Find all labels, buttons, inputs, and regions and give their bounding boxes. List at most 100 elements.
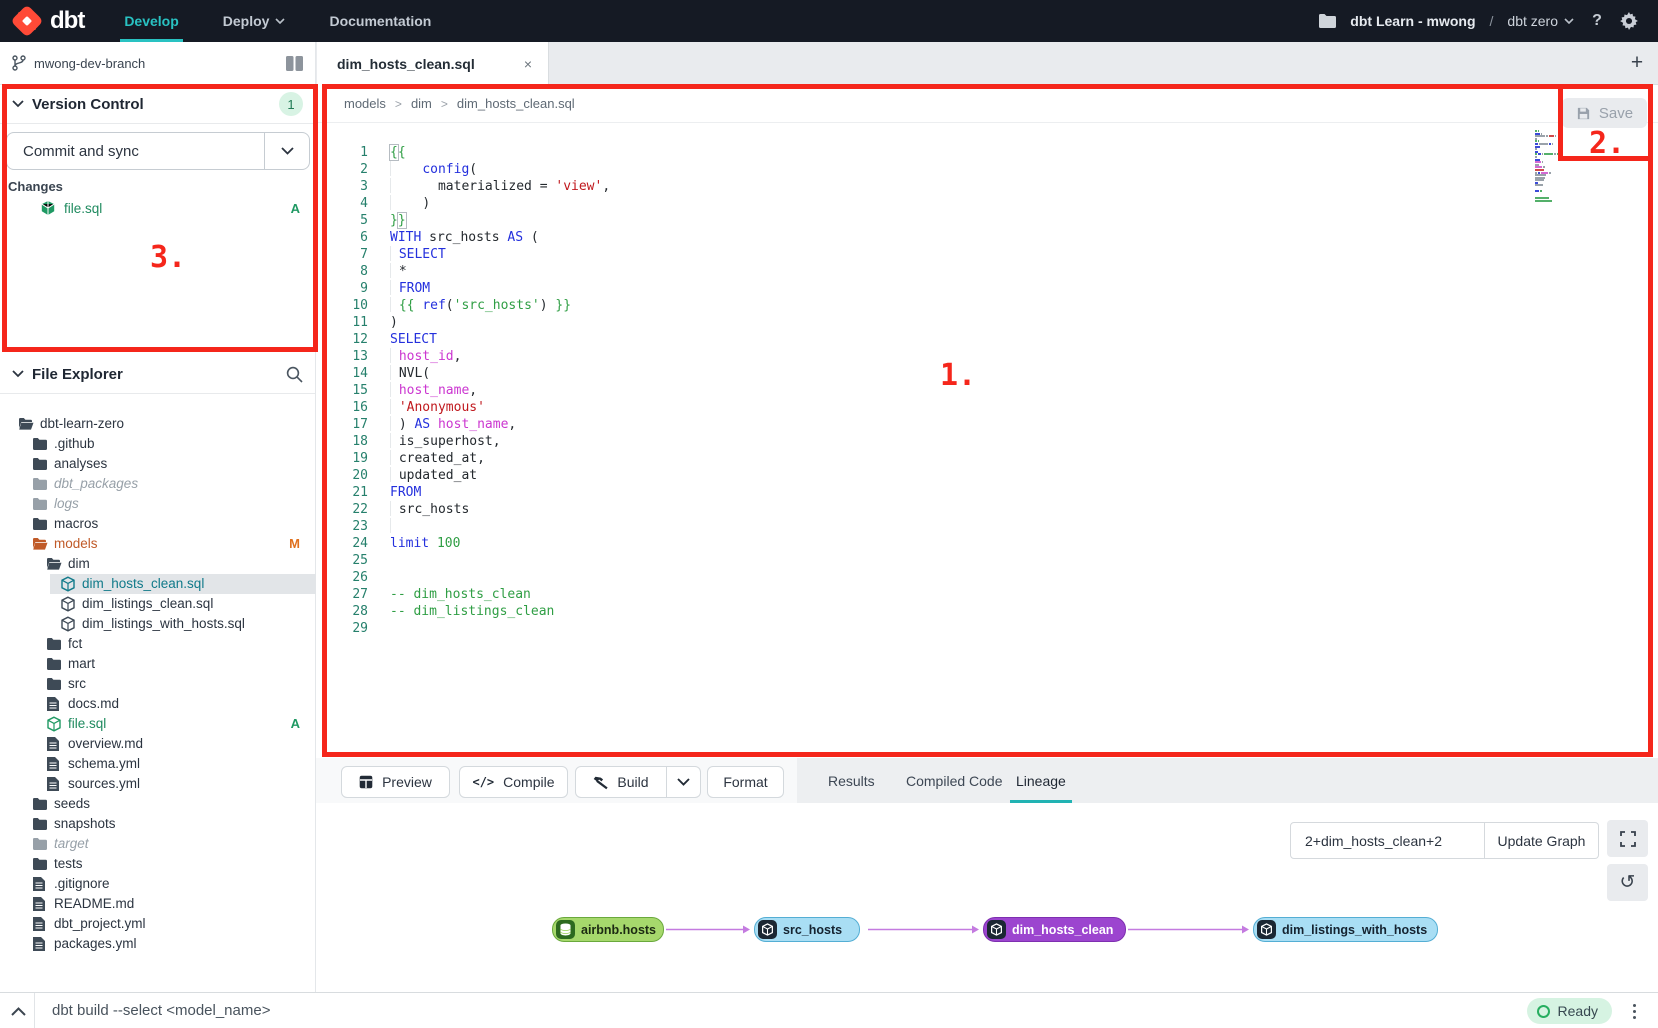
tree-folder-dim[interactable]: dim xyxy=(0,554,316,574)
tree-file-dim_hosts_clean.sql[interactable]: dim_hosts_clean.sql xyxy=(0,574,316,594)
tree-file-dim_listings_clean.sql[interactable]: dim_listings_clean.sql xyxy=(0,594,316,614)
tree-folder-fct[interactable]: fct xyxy=(0,634,316,654)
tree-folder-macros[interactable]: macros xyxy=(0,514,316,534)
nav-deploy[interactable]: Deploy xyxy=(201,0,308,42)
tab-dim-hosts-clean[interactable]: dim_hosts_clean.sql × xyxy=(317,42,549,85)
code-line-6[interactable]: 6WITH src_hosts AS ( xyxy=(316,229,1658,246)
split-view-icon[interactable] xyxy=(286,56,303,71)
code-line-12[interactable]: 12SELECT xyxy=(316,331,1658,348)
code-line-29[interactable]: 29 xyxy=(316,620,1658,637)
format-button[interactable]: Format xyxy=(707,766,784,798)
close-icon[interactable]: × xyxy=(524,56,532,72)
code-line-5[interactable]: 5}} xyxy=(316,212,1658,229)
tree-file-overview.md[interactable]: overview.md xyxy=(0,734,316,754)
tree-folder-dbt_packages[interactable]: dbt_packages xyxy=(0,474,316,494)
environment-selector[interactable]: dbt zero xyxy=(1507,13,1574,29)
tree-file-file.sql[interactable]: file.sqlA xyxy=(0,714,316,734)
tab-results[interactable]: Results xyxy=(828,758,875,803)
build-options-caret[interactable] xyxy=(667,766,701,798)
code-line-18[interactable]: 18 is_superhost, xyxy=(316,433,1658,450)
nav-develop[interactable]: Develop xyxy=(102,0,200,42)
breadcrumb-file[interactable]: dim_hosts_clean.sql xyxy=(457,96,575,111)
code-line-27[interactable]: 27-- dim_hosts_clean xyxy=(316,586,1658,603)
tree-folder-mart[interactable]: mart xyxy=(0,654,316,674)
changed-file-row[interactable]: file.sql A xyxy=(0,197,316,219)
preview-button[interactable]: Preview xyxy=(341,766,450,798)
code-line-13[interactable]: 13 host_id, xyxy=(316,348,1658,365)
save-button[interactable]: Save xyxy=(1562,98,1647,128)
code-line-22[interactable]: 22 src_hosts xyxy=(316,501,1658,518)
code-line-28[interactable]: 28-- dim_listings_clean xyxy=(316,603,1658,620)
code-line-24[interactable]: 24limit 100 xyxy=(316,535,1658,552)
lineage-node-src_hosts[interactable]: src_hosts xyxy=(754,917,860,942)
tree-file-sources.yml[interactable]: sources.yml xyxy=(0,774,316,794)
commit-and-sync-button[interactable]: Commit and sync xyxy=(6,132,310,170)
code-line-4[interactable]: 4 ) xyxy=(316,195,1658,212)
code-line-26[interactable]: 26 xyxy=(316,569,1658,586)
code-line-20[interactable]: 20 updated_at xyxy=(316,467,1658,484)
build-button[interactable]: Build xyxy=(575,766,667,798)
code-line-14[interactable]: 14 NVL( xyxy=(316,365,1658,382)
tree-file-dim_listings_with_hosts.sql[interactable]: dim_listings_with_hosts.sql xyxy=(0,614,316,634)
lineage-node-dim_hosts_clean[interactable]: dim_hosts_clean xyxy=(983,917,1126,942)
tree-file-README.md[interactable]: README.md xyxy=(0,894,316,914)
gear-icon[interactable] xyxy=(1620,12,1638,30)
tree-folder-seeds[interactable]: seeds xyxy=(0,794,316,814)
fullscreen-button[interactable] xyxy=(1607,820,1648,857)
breadcrumb-models[interactable]: models xyxy=(344,96,386,111)
code-line-21[interactable]: 21FROM xyxy=(316,484,1658,501)
code-lines[interactable]: 1{{2 config(3 materialized = 'view',4 )5… xyxy=(316,144,1658,637)
chevron-up-icon[interactable] xyxy=(6,1000,30,1022)
nav-documentation[interactable]: Documentation xyxy=(307,0,453,42)
tree-folder-analyses[interactable]: analyses xyxy=(0,454,316,474)
tree-folder-dbt-learn-zero[interactable]: dbt-learn-zero xyxy=(0,414,316,434)
chevron-down-icon[interactable] xyxy=(265,147,309,155)
reset-graph-button[interactable]: ↺ xyxy=(1607,864,1648,901)
kebab-menu-icon[interactable] xyxy=(1624,1000,1644,1022)
tab-lineage[interactable]: Lineage xyxy=(1016,758,1066,803)
code-line-10[interactable]: 10 {{ ref('src_hosts') }} xyxy=(316,297,1658,314)
code-line-2[interactable]: 2 config( xyxy=(316,161,1658,178)
tree-folder-logs[interactable]: logs xyxy=(0,494,316,514)
tree-folder-target[interactable]: target xyxy=(0,834,316,854)
code-line-11[interactable]: 11) xyxy=(316,314,1658,331)
tree-folder-.github[interactable]: .github xyxy=(0,434,316,454)
tree-folder-src[interactable]: src xyxy=(0,674,316,694)
update-graph-button[interactable]: Update Graph xyxy=(1485,822,1599,859)
lineage-selector-input[interactable] xyxy=(1290,822,1485,859)
new-tab-button[interactable]: + xyxy=(1624,50,1650,76)
chevron-down-icon[interactable] xyxy=(12,370,24,378)
code-editor[interactable]: models > dim > dim_hosts_clean.sql Save … xyxy=(316,85,1658,758)
tree-file-dbt_project.yml[interactable]: dbt_project.yml xyxy=(0,914,316,934)
tree-file-.gitignore[interactable]: .gitignore xyxy=(0,874,316,894)
code-line-16[interactable]: 16 'Anonymous' xyxy=(316,399,1658,416)
tree-file-schema.yml[interactable]: schema.yml xyxy=(0,754,316,774)
command-input[interactable]: dbt build --select <model_name> xyxy=(52,1002,270,1019)
code-line-9[interactable]: 9 FROM xyxy=(316,280,1658,297)
code-line-1[interactable]: 1{{ xyxy=(316,144,1658,161)
tab-compiled-code[interactable]: Compiled Code xyxy=(906,758,1003,803)
breadcrumb-dim[interactable]: dim xyxy=(411,96,432,111)
branch-name[interactable]: mwong-dev-branch xyxy=(34,56,145,71)
code-line-8[interactable]: 8 * xyxy=(316,263,1658,280)
tree-folder-models[interactable]: modelsM xyxy=(0,534,316,554)
tree-folder-tests[interactable]: tests xyxy=(0,854,316,874)
code-line-19[interactable]: 19 created_at, xyxy=(316,450,1658,467)
code-line-3[interactable]: 3 materialized = 'view', xyxy=(316,178,1658,195)
tree-file-docs.md[interactable]: docs.md xyxy=(0,694,316,714)
code-line-7[interactable]: 7 SELECT xyxy=(316,246,1658,263)
code-line-15[interactable]: 15 host_name, xyxy=(316,382,1658,399)
tree-file-packages.yml[interactable]: packages.yml xyxy=(0,934,316,954)
dbt-logo[interactable]: dbt xyxy=(0,6,102,36)
account-name[interactable]: dbt Learn - mwong xyxy=(1350,13,1475,29)
lineage-node-airbnb.hosts[interactable]: airbnb.hosts xyxy=(552,917,664,942)
minimap[interactable] xyxy=(1535,130,1569,205)
compile-button[interactable]: </> Compile xyxy=(459,766,568,798)
search-icon[interactable] xyxy=(286,366,303,383)
code-line-23[interactable]: 23 xyxy=(316,518,1658,535)
tree-folder-snapshots[interactable]: snapshots xyxy=(0,814,316,834)
code-line-25[interactable]: 25 xyxy=(316,552,1658,569)
help-icon[interactable]: ? xyxy=(1588,12,1606,30)
code-line-17[interactable]: 17 ) AS host_name, xyxy=(316,416,1658,433)
chevron-down-icon[interactable] xyxy=(12,100,24,108)
